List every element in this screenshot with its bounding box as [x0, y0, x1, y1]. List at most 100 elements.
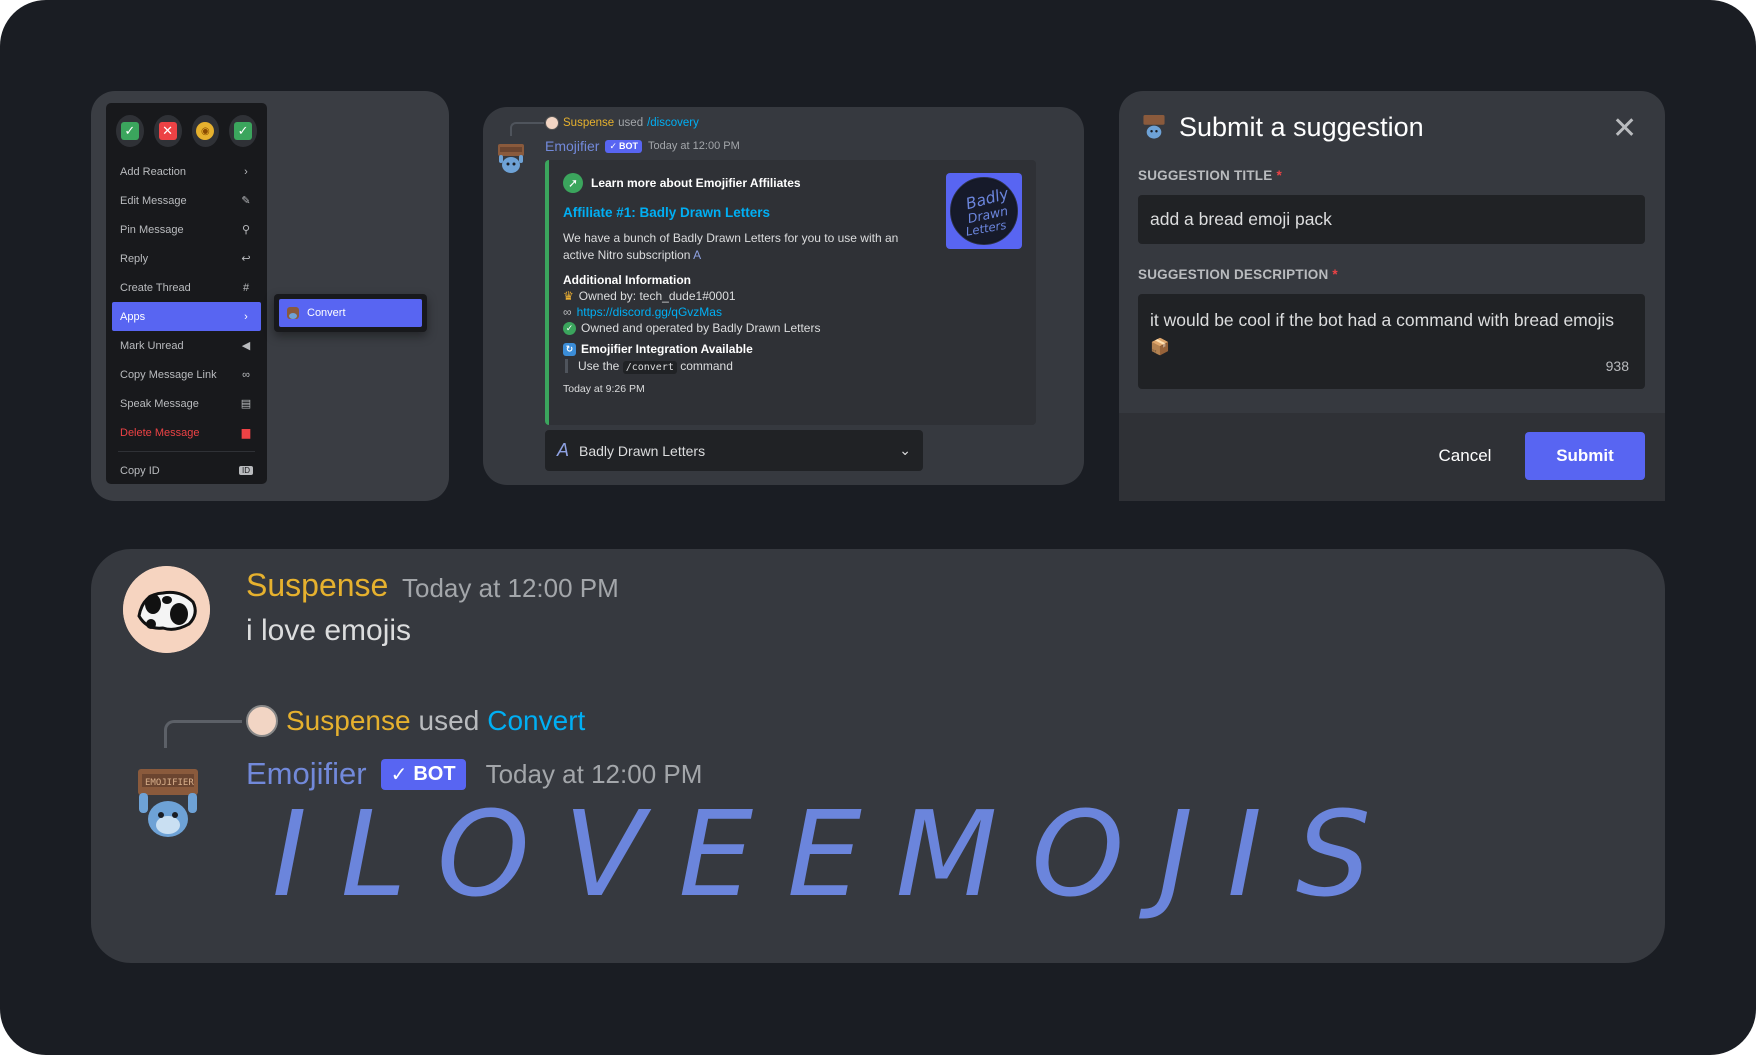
- nitro-letter-icon: A: [693, 248, 702, 262]
- bot-tag-label: BOT: [413, 762, 456, 785]
- reply-username[interactable]: Suspense: [286, 705, 411, 737]
- speak-icon: ▤: [240, 398, 252, 410]
- menu-item-label: Mark Unread: [120, 339, 184, 352]
- menu-item-reply[interactable]: Reply ↩: [112, 244, 261, 273]
- cancel-button[interactable]: Cancel: [1420, 432, 1510, 480]
- crown-icon: ♛: [563, 289, 574, 303]
- embed-operated-line: ✓ Owned and operated by Badly Drawn Lette…: [563, 321, 1022, 335]
- converted-letters-text: ILOVEEMOJIS: [272, 785, 1405, 923]
- chat-timestamp: Today at 12:00 PM: [402, 573, 619, 603]
- embed-invite-line: ∞ https://discord.gg/qGvzMas: [563, 305, 1022, 319]
- bot-username[interactable]: Emojifier: [545, 138, 599, 154]
- reply-username[interactable]: Suspense: [563, 117, 614, 129]
- suggestion-description-label: SUGGESTION DESCRIPTION *: [1138, 267, 1338, 282]
- menu-item-label: Add Reaction: [120, 165, 187, 178]
- reaction-button-2[interactable]: ✕: [153, 115, 182, 147]
- suspense-avatar-small[interactable]: [246, 705, 278, 737]
- chat-message-text: i love emojis: [246, 614, 412, 647]
- suggestion-title-input[interactable]: add a bread emoji pack: [1138, 195, 1645, 244]
- modal-title: Submit a suggestion: [1179, 112, 1424, 142]
- message-context-menu: ✓ ✕ ◉ ✓ Add Reaction › Edit Message ✎ Pin …: [106, 103, 267, 484]
- check-emoji-icon: ✓: [234, 122, 253, 140]
- submenu-item-convert[interactable]: Convert: [279, 299, 422, 327]
- apps-submenu: Convert: [274, 294, 427, 332]
- select-value-wrap: A Badly Drawn Letters: [557, 440, 705, 461]
- badly-drawn-letters-logo: Badly Drawn Letters: [950, 177, 1018, 245]
- refresh-icon: ↻: [563, 342, 576, 356]
- svg-text:EMOJIFIER: EMOJIFIER: [145, 778, 194, 788]
- canvas-frame: ✓ ✕ ◉ ✓ Add Reaction › Edit Message ✎ Pin …: [0, 0, 1756, 1055]
- chevron-right-icon: ›: [244, 165, 248, 178]
- modal-header: Submit a suggestion: [1141, 112, 1424, 143]
- emojifier-bot-avatar[interactable]: EMOJIFIER: [133, 765, 203, 843]
- menu-item-add-reaction[interactable]: Add Reaction ›: [112, 157, 261, 186]
- reply-command[interactable]: /discovery: [647, 117, 699, 129]
- integration-title: Emojifier Integration Available: [581, 342, 753, 356]
- reaction-button-1[interactable]: ✓: [116, 115, 144, 147]
- pencil-icon: ✎: [241, 195, 251, 207]
- trash-icon: ▆: [241, 427, 251, 439]
- menu-item-copy-message-link[interactable]: Copy Message Link ∞: [112, 360, 261, 389]
- bot-tag: ✓ BOT: [605, 139, 643, 153]
- embed-footer: Today at 9:26 PM: [563, 383, 645, 395]
- thread-icon: #: [242, 281, 250, 294]
- menu-item-copy-id[interactable]: Copy ID ID: [112, 456, 261, 485]
- menu-item-pin-message[interactable]: Pin Message ⚲: [112, 215, 261, 244]
- chevron-right-icon: ›: [244, 310, 248, 323]
- use-suffix: command: [680, 359, 733, 373]
- menu-item-apps[interactable]: Apps ›: [112, 302, 261, 331]
- pin-icon: ⚲: [241, 224, 251, 236]
- context-menu-panel: ✓ ✕ ◉ ✓ Add Reaction › Edit Message ✎ Pin …: [91, 91, 449, 501]
- emojifier-bot-icon: [287, 307, 299, 319]
- operated-text: Owned and operated by Badly Drawn Letter…: [581, 321, 821, 335]
- character-counter: 938: [1605, 358, 1629, 374]
- owner-text: Owned by: tech_dude1#0001: [578, 289, 736, 303]
- check-emoji-icon: ✓: [120, 122, 139, 140]
- reaction-button-3[interactable]: ◉: [191, 115, 220, 147]
- bot-tag-label: BOT: [619, 141, 639, 151]
- menu-item-create-thread[interactable]: Create Thread #: [112, 273, 261, 302]
- flag-icon: ◀: [241, 340, 251, 352]
- submenu-item-label: Convert: [307, 307, 346, 319]
- embed-integration-line: ↻ Emojifier Integration Available: [563, 342, 1022, 356]
- reply-used-text: used: [618, 117, 644, 129]
- menu-item-label: Delete Message: [120, 426, 200, 439]
- chevron-down-icon: ⌄: [899, 442, 911, 458]
- compass-icon: ➚: [563, 173, 583, 193]
- bot-message-header: Emojifier ✓ BOT Today at 12:00 PM: [545, 138, 740, 154]
- submit-button[interactable]: Submit: [1525, 432, 1645, 480]
- embed-description-text: We have a bunch of Badly Drawn Letters f…: [563, 231, 899, 262]
- menu-item-delete-message[interactable]: Delete Message ▆: [112, 418, 261, 447]
- close-icon[interactable]: ✕: [1612, 114, 1637, 144]
- reply-icon: ↩: [241, 253, 251, 265]
- check-circle-icon: ✓: [563, 321, 576, 335]
- reply-connector: [510, 122, 544, 136]
- menu-item-speak-message[interactable]: Speak Message ▤: [112, 389, 261, 418]
- reply-command[interactable]: Convert: [487, 705, 585, 737]
- menu-item-label: Apps: [120, 310, 146, 323]
- use-prefix: Use the: [578, 359, 620, 373]
- suspense-avatar-small[interactable]: [545, 116, 559, 130]
- nitro-letter-icon: A: [557, 440, 570, 460]
- suspense-avatar[interactable]: [123, 566, 210, 653]
- menu-item-label: Speak Message: [120, 397, 199, 410]
- invite-link[interactable]: https://discord.gg/qGvzMas: [577, 305, 722, 319]
- menu-item-mark-unread[interactable]: Mark Unread ◀: [112, 331, 261, 360]
- menu-item-label: Edit Message: [120, 194, 187, 207]
- link-icon: ∞: [563, 305, 572, 319]
- quick-reactions: ✓ ✕ ◉ ✓: [112, 111, 261, 157]
- required-asterisk: *: [1332, 267, 1338, 282]
- embed-owner-line: ♛ Owned by: tech_dude1#0001: [563, 289, 1022, 303]
- embed-thumbnail[interactable]: Badly Drawn Letters: [946, 173, 1022, 249]
- verified-check-icon: ✓: [390, 763, 408, 786]
- menu-item-label: Copy Message Link: [120, 368, 217, 381]
- suggestion-description-textarea[interactable]: it would be cool if the bot had a comman…: [1138, 294, 1645, 389]
- emojifier-bot-avatar[interactable]: [495, 143, 527, 177]
- verified-check-icon: ✓: [609, 140, 618, 151]
- suggestion-title-label: SUGGESTION TITLE *: [1138, 168, 1282, 183]
- menu-item-edit-message[interactable]: Edit Message ✎: [112, 186, 261, 215]
- select-value: Badly Drawn Letters: [579, 442, 706, 459]
- reaction-button-4[interactable]: ✓: [229, 115, 257, 147]
- affiliate-select-dropdown[interactable]: A Badly Drawn Letters ⌄: [545, 430, 923, 471]
- chat-username[interactable]: Suspense: [246, 567, 388, 604]
